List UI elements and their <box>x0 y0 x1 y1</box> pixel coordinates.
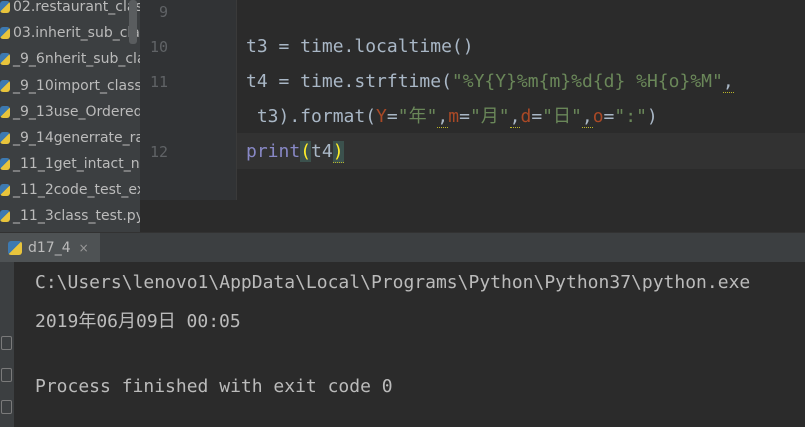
code-token-string: "日" <box>542 106 582 127</box>
tree-scrollbar-thumb[interactable] <box>129 0 137 44</box>
code-token-string: "年" <box>397 106 438 127</box>
code-line-12: print(t4) <box>246 141 344 163</box>
run-tool-window-tabs: d17_4 × <box>0 232 805 263</box>
project-tree: 02.restaurant_class.py 03.inherit_sub_cl… <box>0 0 140 232</box>
tree-item-label: _9_10import_class.py <box>13 78 140 94</box>
python-file-icon <box>0 80 10 92</box>
tree-item-file[interactable]: 02.restaurant_class.py <box>0 0 140 19</box>
tree-item-file[interactable]: _11_3class_test.py <box>0 204 140 228</box>
console-line: Process finished with exit code 0 <box>35 376 393 397</box>
python-file-icon <box>0 132 10 144</box>
code-token: = <box>386 106 398 127</box>
tree-item-file[interactable]: 03.inherit_sub_class.py <box>0 21 140 45</box>
tree-item-file[interactable]: _9_6nherit_sub_class.py <box>0 47 140 71</box>
code-token-string: "月" <box>469 106 510 127</box>
python-file-icon <box>0 158 10 170</box>
line-number: 11 <box>149 73 168 91</box>
run-tab[interactable]: d17_4 × <box>0 233 100 263</box>
run-tab-label: d17_4 <box>28 240 71 256</box>
code-token-kwarg: Y <box>376 106 387 127</box>
code-editor[interactable]: t3 = time.localtime() t4 = time.strftime… <box>237 0 805 200</box>
code-token: t3).format( <box>246 106 377 127</box>
tree-item-label: _9_6nherit_sub_class.py <box>13 51 140 67</box>
python-file-icon <box>0 184 10 196</box>
run-console[interactable]: C:\Users\lenovo1\AppData\Local\Programs\… <box>0 262 805 427</box>
code-token-kwarg: o <box>592 106 604 127</box>
tree-item-file[interactable]: _11_2code_test_example.py <box>0 178 140 202</box>
close-icon[interactable]: × <box>79 241 89 255</box>
console-line: C:\Users\lenovo1\AppData\Local\Programs\… <box>35 272 751 293</box>
code-token: t3 = time.localtime() <box>246 36 474 57</box>
code-line-11-continued: t3).format(Y="年",m="月",d="日",o=":") <box>246 106 658 128</box>
python-file-icon <box>0 1 10 13</box>
tree-item-file[interactable]: _9_14generrate_random.py <box>0 126 140 150</box>
python-file-icon <box>0 53 10 65</box>
code-token-builtin: print <box>246 141 301 162</box>
console-line: 2019年06月09日 00:05 <box>35 311 241 332</box>
code-token: , <box>437 106 449 128</box>
console-toolbar <box>0 262 14 427</box>
code-token: = <box>603 106 615 127</box>
code-token: t4 = time.strftime( <box>246 71 452 92</box>
code-token: ) <box>646 106 658 127</box>
code-token-paren: ) <box>332 141 344 163</box>
code-line-10: t3 = time.localtime() <box>246 36 474 58</box>
toolbar-button[interactable] <box>1 400 12 414</box>
code-token: , <box>509 106 521 128</box>
python-file-icon <box>0 106 10 118</box>
code-token: , <box>722 71 734 93</box>
toolbar-button[interactable] <box>1 336 12 350</box>
tree-item-file[interactable]: _11_1get_intact_name.py <box>0 152 140 176</box>
code-token-paren: ( <box>300 141 312 162</box>
tree-item-label: _11_3class_test.py <box>13 208 140 224</box>
line-number: 9 <box>158 3 168 21</box>
code-token: t4 <box>311 141 333 162</box>
python-file-icon <box>0 27 10 39</box>
tree-item-file[interactable]: _9_10import_class.py <box>0 74 140 98</box>
code-line-11: t4 = time.strftime("%Y{Y}%m{m}%d{d} %H{o… <box>246 71 734 93</box>
line-number: 10 <box>149 38 168 56</box>
code-token: , <box>581 106 593 128</box>
tree-item-label: _11_1get_intact_name.py <box>13 156 140 172</box>
tree-item-label: _11_2code_test_example.py <box>13 182 140 198</box>
tree-item-label: 02.restaurant_class.py <box>13 0 140 15</box>
toolbar-button[interactable] <box>1 368 12 382</box>
editor-gutter: 9 10 11 12 <box>140 0 237 200</box>
code-token: = <box>459 106 470 127</box>
line-number: 12 <box>149 143 168 161</box>
code-token: = <box>531 106 543 127</box>
python-run-icon <box>8 241 22 255</box>
code-token-string: "%Y{Y}%m{m}%d{d} %H{o}%M" <box>451 71 723 92</box>
tree-item-label: _9_14generrate_random.py <box>13 130 140 146</box>
tree-item-label: 03.inherit_sub_class.py <box>13 25 140 41</box>
code-token-kwarg: d <box>520 106 532 127</box>
code-token-kwarg: m <box>448 106 460 127</box>
python-file-icon <box>0 210 10 222</box>
tree-item-file[interactable]: _9_13use_OrderedDict.py <box>0 100 140 124</box>
code-token-string: ":" <box>614 106 647 127</box>
tree-item-label: _9_13use_OrderedDict.py <box>13 104 140 120</box>
